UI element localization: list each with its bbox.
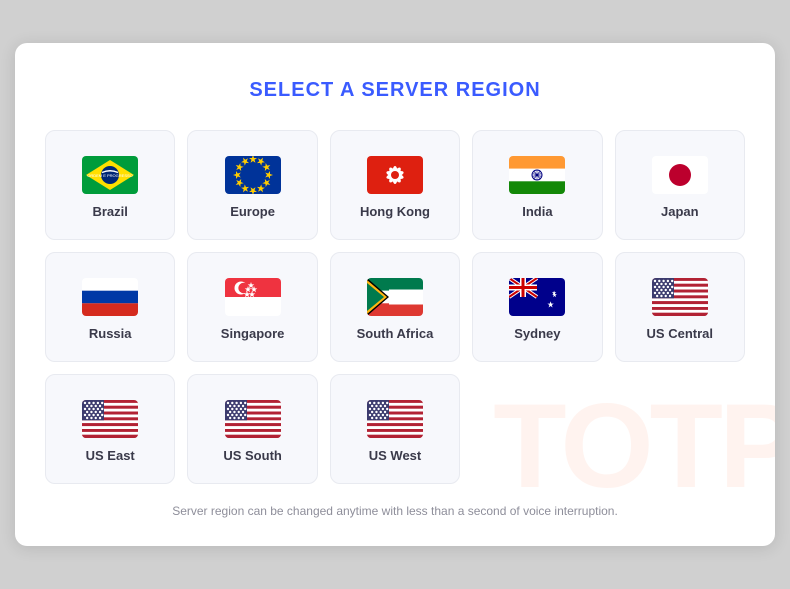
region-russia[interactable]: Russia — [45, 252, 175, 362]
region-uscentral-label: US Central — [647, 326, 713, 341]
server-region-card: TOTP SELECT A SERVER REGION ORDEM E PROG… — [15, 43, 775, 546]
region-ussouth-label: US South — [223, 448, 282, 463]
flag-southafrica — [367, 278, 423, 316]
region-ussouth[interactable]: US South — [187, 374, 317, 484]
flag-singapore — [225, 278, 281, 316]
region-grid-row2: Russia — [45, 252, 745, 362]
flag-sydney — [509, 278, 565, 316]
region-india-label: India — [522, 204, 552, 219]
region-singapore[interactable]: Singapore — [187, 252, 317, 362]
region-southafrica-label: South Africa — [357, 326, 434, 341]
region-sydney[interactable]: Sydney — [472, 252, 602, 362]
region-brazil[interactable]: ORDEM E PROGRESSO Brazil — [45, 130, 175, 240]
region-hongkong-label: Hong Kong — [360, 204, 430, 219]
svg-text:ORDEM E PROGRESSO: ORDEM E PROGRESSO — [87, 173, 133, 178]
region-hongkong[interactable]: Hong Kong — [330, 130, 460, 240]
region-india[interactable]: India — [472, 130, 602, 240]
region-europe[interactable]: Europe — [187, 130, 317, 240]
flag-hongkong — [367, 156, 423, 194]
region-japan[interactable]: Japan — [615, 130, 745, 240]
region-grid-row3: US East — [45, 374, 745, 484]
region-southafrica[interactable]: South Africa — [330, 252, 460, 362]
region-japan-label: Japan — [661, 204, 699, 219]
flag-uswest — [367, 400, 423, 438]
region-uswest-label: US West — [369, 448, 422, 463]
region-grid-row1: ORDEM E PROGRESSO Brazil — [45, 130, 745, 240]
flag-japan — [652, 156, 708, 194]
flag-brazil: ORDEM E PROGRESSO — [82, 156, 138, 194]
region-useast[interactable]: US East — [45, 374, 175, 484]
region-singapore-label: Singapore — [221, 326, 285, 341]
flag-ussouth — [225, 400, 281, 438]
region-sydney-label: Sydney — [514, 326, 560, 341]
flag-india — [509, 156, 565, 194]
region-europe-label: Europe — [230, 204, 275, 219]
region-russia-label: Russia — [89, 326, 132, 341]
footer-note: Server region can be changed anytime wit… — [45, 504, 745, 518]
page-title: SELECT A SERVER REGION — [45, 79, 745, 102]
flag-useast — [82, 400, 138, 438]
region-brazil-label: Brazil — [92, 204, 127, 219]
flag-uscentral — [652, 278, 708, 316]
region-uswest[interactable]: US West — [330, 374, 460, 484]
flag-europe — [225, 156, 281, 194]
flag-russia — [82, 278, 138, 316]
region-uscentral[interactable]: US Central — [615, 252, 745, 362]
region-useast-label: US East — [86, 448, 135, 463]
